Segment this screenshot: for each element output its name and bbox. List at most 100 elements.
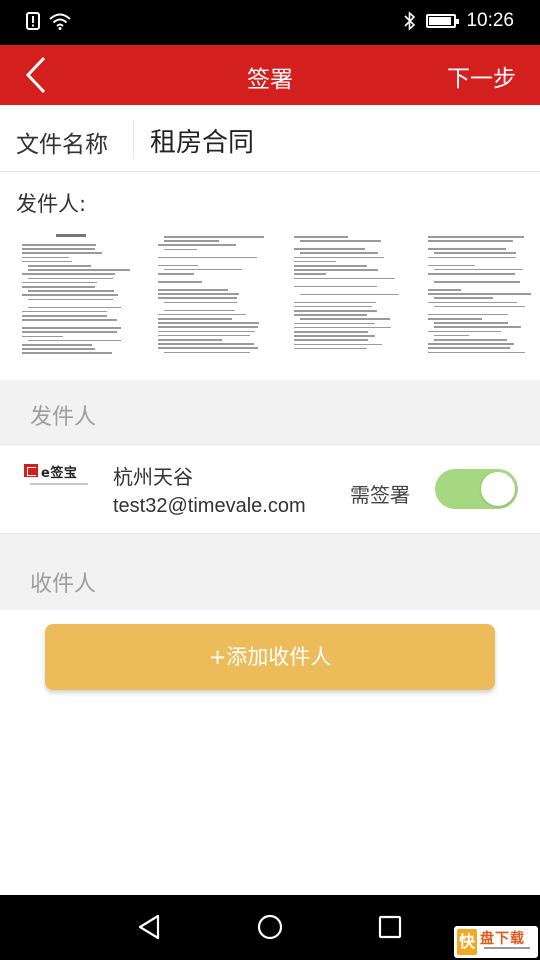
watermark-icon: 快 xyxy=(457,929,477,955)
doc-text-line xyxy=(428,347,511,349)
doc-text-line xyxy=(294,248,366,250)
add-recipient-button[interactable]: +添加收件人 xyxy=(45,624,495,690)
nav-recents-icon xyxy=(378,915,402,939)
doc-text-line xyxy=(434,339,508,341)
doc-text-line xyxy=(434,268,524,271)
file-row-divider xyxy=(133,120,134,158)
doc-text-line xyxy=(428,330,502,333)
doc-text-line xyxy=(294,322,375,325)
doc-text-line xyxy=(428,240,513,242)
doc-text-line xyxy=(158,339,223,341)
doc-text-line xyxy=(294,285,378,288)
doc-text-line xyxy=(428,313,509,316)
doc-text-line xyxy=(294,256,385,259)
doc-text-line xyxy=(428,289,462,291)
nav-home-button[interactable] xyxy=(252,909,288,945)
next-step-button[interactable]: 下一步 xyxy=(447,59,516,93)
doc-text-line xyxy=(294,260,337,263)
doc-text-line xyxy=(28,339,122,342)
bluetooth-icon xyxy=(404,11,416,31)
doc-text-line xyxy=(164,268,242,271)
doc-text-line xyxy=(294,265,367,267)
wifi-icon xyxy=(49,13,71,30)
doc-text-line xyxy=(22,260,72,263)
app-header: 签署 下一步 xyxy=(0,45,540,105)
doc-text-line xyxy=(22,281,98,284)
doc-text-line xyxy=(164,248,197,251)
battery-icon xyxy=(426,14,460,28)
doc-text-line xyxy=(158,318,233,320)
doc-text-line xyxy=(158,326,259,328)
doc-text-line xyxy=(300,252,378,254)
recipient-section-label: 收件人 xyxy=(30,572,97,597)
doc-text-line xyxy=(22,286,95,288)
document-page-thumbnail[interactable] xyxy=(158,230,268,360)
doc-text-line xyxy=(294,314,367,316)
need-sign-label: 需签署 xyxy=(350,483,410,507)
doc-text-line xyxy=(294,347,367,350)
doc-text-line xyxy=(294,331,369,333)
toggle-knob xyxy=(481,472,515,506)
doc-text-line xyxy=(22,310,107,313)
doc-text-line xyxy=(294,326,391,329)
doc-text-line xyxy=(434,322,509,324)
doc-text-line xyxy=(158,343,254,345)
doc-text-line xyxy=(428,351,525,354)
doc-text-line xyxy=(294,343,382,346)
doc-text-line xyxy=(164,236,265,238)
logo-mark xyxy=(24,464,38,477)
doc-text-line xyxy=(28,277,114,280)
doc-text-line xyxy=(164,309,235,312)
doc-text-line xyxy=(164,240,219,242)
file-name-value[interactable]: 租房合同 xyxy=(150,122,254,159)
doc-text-line xyxy=(434,326,521,328)
doc-text-line xyxy=(434,297,494,299)
nav-recents-button[interactable] xyxy=(372,909,408,945)
doc-text-line xyxy=(164,351,250,354)
sender-section-band: 发件人 xyxy=(0,380,540,444)
need-sign-toggle[interactable] xyxy=(435,469,518,509)
doc-text-line xyxy=(158,256,257,259)
doc-text-line xyxy=(294,269,378,271)
doc-text-line xyxy=(434,252,516,254)
doc-text-line xyxy=(22,319,118,321)
doc-text-line xyxy=(294,273,327,275)
doc-text-line xyxy=(22,252,102,254)
document-page-thumbnail[interactable] xyxy=(428,230,538,360)
doc-text-line xyxy=(22,331,118,333)
status-left xyxy=(26,12,72,30)
doc-text-line xyxy=(22,256,70,259)
logo-tagline xyxy=(30,483,88,485)
doc-text-line xyxy=(428,343,514,345)
alert-icon xyxy=(26,12,40,30)
doc-text-line xyxy=(158,334,250,337)
doc-text-line xyxy=(294,335,376,337)
nav-back-button[interactable] xyxy=(132,909,168,945)
document-page-thumbnail[interactable] xyxy=(294,230,404,360)
status-bar: 10:26 xyxy=(0,0,540,45)
doc-text-line xyxy=(428,264,475,267)
doc-text-line xyxy=(428,293,531,295)
doc-text-line xyxy=(434,334,470,337)
doc-text-line xyxy=(158,313,247,316)
doc-text-line xyxy=(294,339,369,341)
document-thumbnails[interactable] xyxy=(0,230,540,365)
document-page-thumbnail[interactable] xyxy=(22,230,132,360)
doc-text-line xyxy=(158,281,203,283)
doc-text-line xyxy=(158,322,259,324)
sender-heading: 发件人: xyxy=(16,192,87,216)
company-logo: e签宝 xyxy=(22,462,92,514)
doc-text-line xyxy=(158,289,229,291)
doc-text-line xyxy=(22,294,118,296)
doc-text-line xyxy=(434,305,525,308)
doc-text-line xyxy=(294,305,372,308)
sender-section-label: 发件人 xyxy=(30,405,97,430)
doc-text-line xyxy=(28,306,122,309)
nav-home-icon xyxy=(257,914,283,940)
doc-text-line xyxy=(158,244,236,246)
doc-text-line xyxy=(428,273,515,275)
doc-text-line xyxy=(300,240,381,242)
doc-text-line xyxy=(428,318,482,320)
doc-text-line xyxy=(22,273,115,275)
doc-text-line xyxy=(428,236,524,238)
